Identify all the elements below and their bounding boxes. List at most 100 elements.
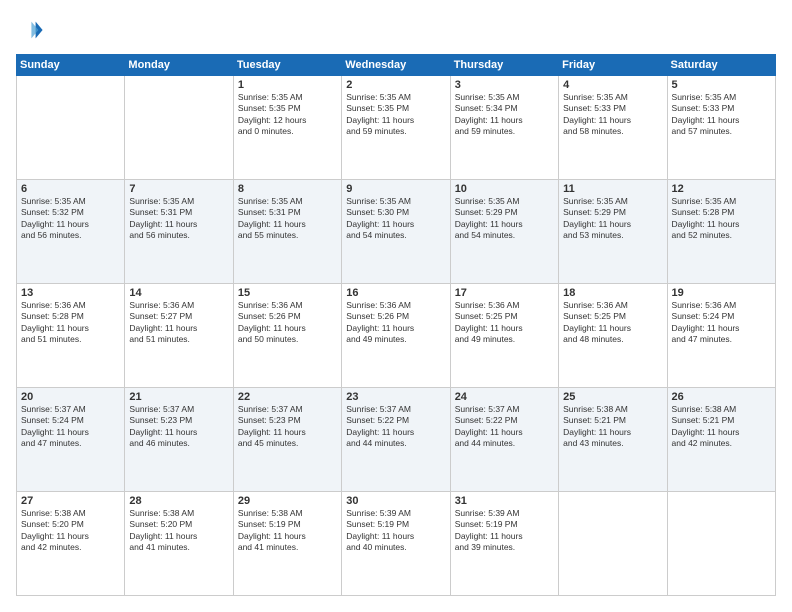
cell-info: Sunrise: 5:35 AM Sunset: 5:34 PM Dayligh…	[455, 92, 554, 138]
day-number: 11	[563, 183, 662, 195]
calendar-cell: 11Sunrise: 5:35 AM Sunset: 5:29 PM Dayli…	[559, 180, 667, 284]
cell-info: Sunrise: 5:36 AM Sunset: 5:28 PM Dayligh…	[21, 300, 120, 346]
day-number: 31	[455, 495, 554, 507]
cell-info: Sunrise: 5:36 AM Sunset: 5:26 PM Dayligh…	[238, 300, 337, 346]
day-number: 6	[21, 183, 120, 195]
calendar-cell: 12Sunrise: 5:35 AM Sunset: 5:28 PM Dayli…	[667, 180, 775, 284]
header	[16, 16, 776, 44]
day-number: 30	[346, 495, 445, 507]
cell-info: Sunrise: 5:35 AM Sunset: 5:31 PM Dayligh…	[238, 196, 337, 242]
calendar-cell: 8Sunrise: 5:35 AM Sunset: 5:31 PM Daylig…	[233, 180, 341, 284]
weekday-header: Monday	[125, 55, 233, 76]
calendar-cell	[17, 76, 125, 180]
calendar-week: 20Sunrise: 5:37 AM Sunset: 5:24 PM Dayli…	[17, 388, 776, 492]
cell-info: Sunrise: 5:35 AM Sunset: 5:33 PM Dayligh…	[672, 92, 771, 138]
calendar-cell: 10Sunrise: 5:35 AM Sunset: 5:29 PM Dayli…	[450, 180, 558, 284]
cell-info: Sunrise: 5:39 AM Sunset: 5:19 PM Dayligh…	[346, 508, 445, 554]
calendar-cell: 29Sunrise: 5:38 AM Sunset: 5:19 PM Dayli…	[233, 492, 341, 596]
day-number: 14	[129, 287, 228, 299]
calendar-cell: 7Sunrise: 5:35 AM Sunset: 5:31 PM Daylig…	[125, 180, 233, 284]
calendar-cell: 16Sunrise: 5:36 AM Sunset: 5:26 PM Dayli…	[342, 284, 450, 388]
calendar-cell: 18Sunrise: 5:36 AM Sunset: 5:25 PM Dayli…	[559, 284, 667, 388]
cell-info: Sunrise: 5:35 AM Sunset: 5:33 PM Dayligh…	[563, 92, 662, 138]
calendar-cell	[667, 492, 775, 596]
day-number: 25	[563, 391, 662, 403]
calendar-cell: 4Sunrise: 5:35 AM Sunset: 5:33 PM Daylig…	[559, 76, 667, 180]
day-number: 12	[672, 183, 771, 195]
day-number: 21	[129, 391, 228, 403]
calendar-cell: 17Sunrise: 5:36 AM Sunset: 5:25 PM Dayli…	[450, 284, 558, 388]
cell-info: Sunrise: 5:35 AM Sunset: 5:30 PM Dayligh…	[346, 196, 445, 242]
day-number: 10	[455, 183, 554, 195]
day-number: 2	[346, 79, 445, 91]
logo	[16, 16, 48, 44]
logo-icon	[16, 16, 44, 44]
calendar-cell: 2Sunrise: 5:35 AM Sunset: 5:35 PM Daylig…	[342, 76, 450, 180]
day-number: 29	[238, 495, 337, 507]
cell-info: Sunrise: 5:35 AM Sunset: 5:29 PM Dayligh…	[455, 196, 554, 242]
calendar-cell: 5Sunrise: 5:35 AM Sunset: 5:33 PM Daylig…	[667, 76, 775, 180]
calendar-cell: 27Sunrise: 5:38 AM Sunset: 5:20 PM Dayli…	[17, 492, 125, 596]
day-number: 3	[455, 79, 554, 91]
weekday-header: Saturday	[667, 55, 775, 76]
day-number: 23	[346, 391, 445, 403]
weekday-header: Wednesday	[342, 55, 450, 76]
calendar-cell: 20Sunrise: 5:37 AM Sunset: 5:24 PM Dayli…	[17, 388, 125, 492]
day-number: 17	[455, 287, 554, 299]
calendar-cell: 30Sunrise: 5:39 AM Sunset: 5:19 PM Dayli…	[342, 492, 450, 596]
calendar-cell: 15Sunrise: 5:36 AM Sunset: 5:26 PM Dayli…	[233, 284, 341, 388]
cell-info: Sunrise: 5:39 AM Sunset: 5:19 PM Dayligh…	[455, 508, 554, 554]
calendar-cell: 19Sunrise: 5:36 AM Sunset: 5:24 PM Dayli…	[667, 284, 775, 388]
calendar-cell	[125, 76, 233, 180]
calendar-cell: 6Sunrise: 5:35 AM Sunset: 5:32 PM Daylig…	[17, 180, 125, 284]
cell-info: Sunrise: 5:38 AM Sunset: 5:20 PM Dayligh…	[21, 508, 120, 554]
day-number: 9	[346, 183, 445, 195]
calendar-cell: 26Sunrise: 5:38 AM Sunset: 5:21 PM Dayli…	[667, 388, 775, 492]
cell-info: Sunrise: 5:36 AM Sunset: 5:24 PM Dayligh…	[672, 300, 771, 346]
cell-info: Sunrise: 5:37 AM Sunset: 5:24 PM Dayligh…	[21, 404, 120, 450]
day-number: 27	[21, 495, 120, 507]
cell-info: Sunrise: 5:37 AM Sunset: 5:22 PM Dayligh…	[455, 404, 554, 450]
cell-info: Sunrise: 5:35 AM Sunset: 5:29 PM Dayligh…	[563, 196, 662, 242]
calendar-cell: 22Sunrise: 5:37 AM Sunset: 5:23 PM Dayli…	[233, 388, 341, 492]
calendar-cell: 9Sunrise: 5:35 AM Sunset: 5:30 PM Daylig…	[342, 180, 450, 284]
page: SundayMondayTuesdayWednesdayThursdayFrid…	[0, 0, 792, 612]
cell-info: Sunrise: 5:36 AM Sunset: 5:25 PM Dayligh…	[455, 300, 554, 346]
calendar-header: SundayMondayTuesdayWednesdayThursdayFrid…	[17, 55, 776, 76]
cell-info: Sunrise: 5:38 AM Sunset: 5:20 PM Dayligh…	[129, 508, 228, 554]
calendar-cell: 31Sunrise: 5:39 AM Sunset: 5:19 PM Dayli…	[450, 492, 558, 596]
day-number: 5	[672, 79, 771, 91]
calendar-week: 1Sunrise: 5:35 AM Sunset: 5:35 PM Daylig…	[17, 76, 776, 180]
day-number: 15	[238, 287, 337, 299]
calendar-cell: 23Sunrise: 5:37 AM Sunset: 5:22 PM Dayli…	[342, 388, 450, 492]
day-number: 13	[21, 287, 120, 299]
cell-info: Sunrise: 5:37 AM Sunset: 5:22 PM Dayligh…	[346, 404, 445, 450]
cell-info: Sunrise: 5:36 AM Sunset: 5:26 PM Dayligh…	[346, 300, 445, 346]
calendar-week: 27Sunrise: 5:38 AM Sunset: 5:20 PM Dayli…	[17, 492, 776, 596]
calendar-cell: 28Sunrise: 5:38 AM Sunset: 5:20 PM Dayli…	[125, 492, 233, 596]
day-number: 4	[563, 79, 662, 91]
day-number: 1	[238, 79, 337, 91]
cell-info: Sunrise: 5:37 AM Sunset: 5:23 PM Dayligh…	[238, 404, 337, 450]
calendar-week: 13Sunrise: 5:36 AM Sunset: 5:28 PM Dayli…	[17, 284, 776, 388]
calendar-cell	[559, 492, 667, 596]
cell-info: Sunrise: 5:35 AM Sunset: 5:32 PM Dayligh…	[21, 196, 120, 242]
day-number: 20	[21, 391, 120, 403]
calendar-cell: 14Sunrise: 5:36 AM Sunset: 5:27 PM Dayli…	[125, 284, 233, 388]
day-number: 28	[129, 495, 228, 507]
calendar-cell: 21Sunrise: 5:37 AM Sunset: 5:23 PM Dayli…	[125, 388, 233, 492]
day-number: 19	[672, 287, 771, 299]
weekday-header: Sunday	[17, 55, 125, 76]
cell-info: Sunrise: 5:35 AM Sunset: 5:28 PM Dayligh…	[672, 196, 771, 242]
calendar-body: 1Sunrise: 5:35 AM Sunset: 5:35 PM Daylig…	[17, 76, 776, 596]
day-number: 8	[238, 183, 337, 195]
cell-info: Sunrise: 5:36 AM Sunset: 5:27 PM Dayligh…	[129, 300, 228, 346]
weekday-header: Friday	[559, 55, 667, 76]
cell-info: Sunrise: 5:35 AM Sunset: 5:35 PM Dayligh…	[346, 92, 445, 138]
cell-info: Sunrise: 5:35 AM Sunset: 5:31 PM Dayligh…	[129, 196, 228, 242]
calendar-cell: 24Sunrise: 5:37 AM Sunset: 5:22 PM Dayli…	[450, 388, 558, 492]
day-number: 26	[672, 391, 771, 403]
weekday-row: SundayMondayTuesdayWednesdayThursdayFrid…	[17, 55, 776, 76]
cell-info: Sunrise: 5:35 AM Sunset: 5:35 PM Dayligh…	[238, 92, 337, 138]
calendar-week: 6Sunrise: 5:35 AM Sunset: 5:32 PM Daylig…	[17, 180, 776, 284]
